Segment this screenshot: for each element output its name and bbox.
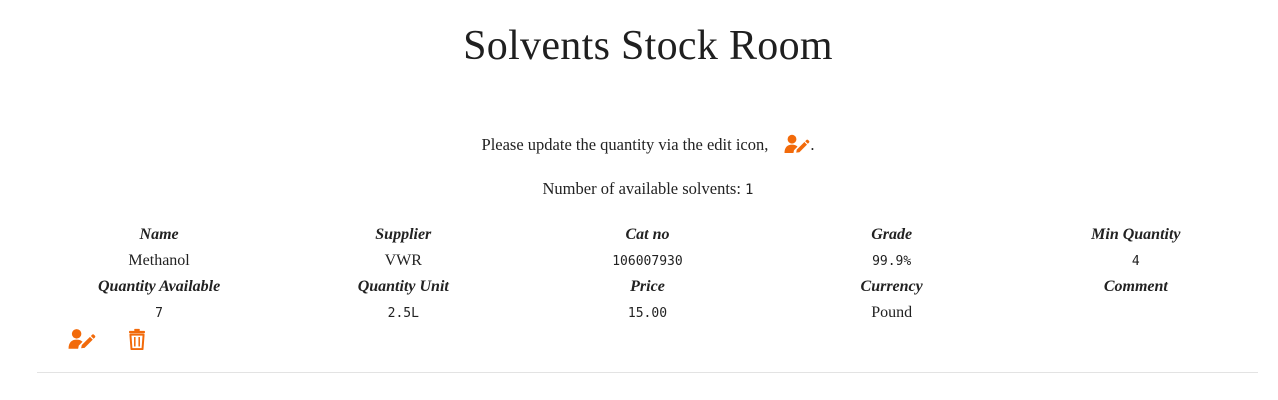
- header-row: Quantity Available Quantity Unit Price C…: [37, 274, 1258, 300]
- trash-icon: [129, 328, 145, 351]
- header-row: Name Supplier Cat no Grade Min Quantity: [37, 222, 1258, 248]
- solvent-count-value: 1: [745, 182, 754, 198]
- value-supplier: VWR: [384, 252, 422, 269]
- value-cat-no: 106007930: [612, 253, 683, 269]
- solvent-record: Name Supplier Cat no Grade Min Quantity …: [37, 222, 1258, 326]
- value-currency: Pound: [871, 304, 913, 321]
- solvent-count-label: Number of available solvents:: [542, 179, 746, 198]
- edit-button[interactable]: [68, 328, 96, 350]
- value-min-quantity: 4: [1131, 253, 1140, 269]
- header-supplier: Supplier: [375, 226, 432, 243]
- header-min-quantity: Min Quantity: [1091, 226, 1181, 243]
- user-edit-icon: [68, 329, 96, 349]
- value-quantity-unit: 2.5L: [387, 305, 419, 321]
- value-price: 15.00: [627, 305, 668, 321]
- value-name: Methanol: [128, 252, 190, 269]
- solvent-count: Number of available solvents: 1: [0, 179, 1278, 199]
- header-currency: Currency: [860, 278, 923, 295]
- value-quantity-available: 7: [155, 305, 163, 321]
- instruction-text: Please update the quantity via the edit …: [0, 134, 1278, 155]
- header-quantity-unit: Quantity Unit: [357, 278, 449, 295]
- header-cat-no: Cat no: [625, 226, 670, 243]
- value-row: Methanol VWR 106007930 99.9% 4: [37, 248, 1258, 274]
- instruction-end: .: [810, 135, 815, 154]
- header-grade: Grade: [871, 226, 913, 243]
- header-name: Name: [139, 226, 179, 243]
- instruction-label: Please update the quantity via the edit …: [481, 135, 769, 154]
- header-comment: Comment: [1103, 278, 1168, 295]
- user-edit-icon: [784, 134, 810, 154]
- delete-button[interactable]: [128, 328, 148, 351]
- header-price: Price: [630, 278, 665, 295]
- page-title: Solvents Stock Room: [463, 23, 833, 69]
- divider: [37, 372, 1258, 373]
- value-grade: 99.9%: [872, 253, 912, 269]
- value-row: 7 2.5L 15.00 Pound: [37, 300, 1258, 326]
- header-quantity-available: Quantity Available: [97, 278, 221, 295]
- row-actions: [68, 328, 148, 351]
